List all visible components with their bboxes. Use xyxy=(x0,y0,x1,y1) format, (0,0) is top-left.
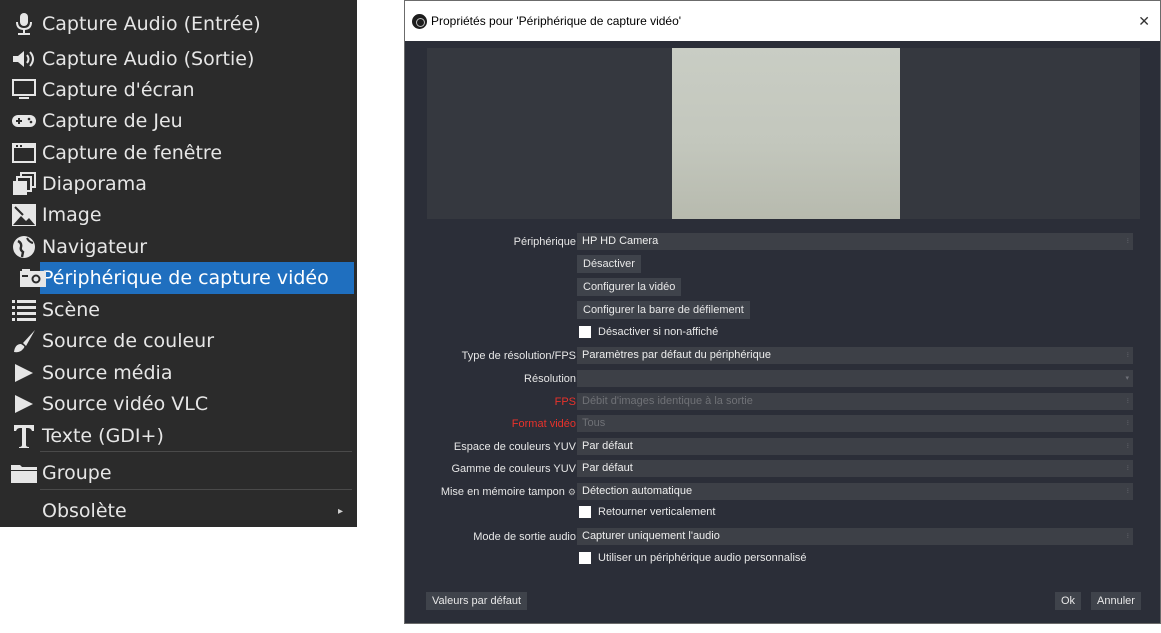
info-icon[interactable]: ⚙ xyxy=(568,487,576,497)
brush-icon xyxy=(10,328,38,354)
ok-button[interactable]: Ok xyxy=(1055,592,1082,610)
configure-crossbar-button[interactable]: Configurer la barre de défilement xyxy=(577,301,750,319)
resolution-type-select[interactable]: Paramètres par défaut du périphérique ⁝ xyxy=(577,347,1133,364)
video-format-row: Format vidéo Tous ⁝ xyxy=(405,414,1160,434)
audio-mode-label: Mode de sortie audio xyxy=(473,531,576,543)
globe-icon xyxy=(10,234,38,260)
list-icon xyxy=(10,297,38,323)
dropdown-arrows-icon: ⁝ xyxy=(1126,352,1129,359)
dialog-title: Propriétés pour 'Périphérique de capture… xyxy=(431,14,682,28)
resolution-select[interactable]: ▾ xyxy=(577,370,1133,387)
gamepad-icon xyxy=(10,108,38,134)
fps-row: FPS Débit d'images identique à la sortie… xyxy=(405,392,1160,412)
menu-item-group[interactable]: Groupe xyxy=(0,457,357,489)
resolution-row: Résolution ▾ xyxy=(405,369,1160,389)
window-icon xyxy=(10,140,38,166)
audio-mode-row: Mode de sortie audio Capturer uniquement… xyxy=(405,527,1160,547)
menu-item-deprecated[interactable]: Obsolète ▸ xyxy=(0,495,357,527)
dropdown-arrows-icon: ⁝ xyxy=(1126,488,1129,495)
play-icon xyxy=(10,360,38,386)
speaker-icon xyxy=(10,46,38,72)
text-icon xyxy=(10,423,38,449)
camera-frame xyxy=(672,48,900,219)
buffering-row: Mise en mémoire tampon ⚙ Détection automa… xyxy=(405,482,1160,502)
resolution-label: Résolution xyxy=(524,373,576,385)
close-icon[interactable]: ✕ xyxy=(1138,13,1150,30)
microphone-icon xyxy=(10,11,38,37)
yuv-space-label: Espace de couleurs YUV xyxy=(453,441,576,453)
configure-video-button[interactable]: Configurer la vidéo xyxy=(577,278,682,296)
flip-vertically-checkbox[interactable]: Retourner verticalement xyxy=(579,506,715,518)
dropdown-arrows-icon: ⁝ xyxy=(1126,465,1129,472)
defaults-button[interactable]: Valeurs par défaut xyxy=(426,592,528,610)
menu-item-display-capture[interactable]: Capture d'écran xyxy=(0,74,357,106)
properties-dialog: Propriétés pour 'Périphérique de capture… xyxy=(404,0,1161,624)
checkbox-box[interactable] xyxy=(579,506,591,518)
resolution-type-row: Type de résolution/FPS Paramètres par dé… xyxy=(405,346,1160,366)
slideshow-icon xyxy=(10,171,38,197)
video-format-select[interactable]: Tous ⁝ xyxy=(577,415,1133,432)
checkbox-box[interactable] xyxy=(579,326,591,338)
yuv-range-select[interactable]: Par défaut ⁝ xyxy=(577,460,1133,477)
dropdown-arrows-icon: ⁝ xyxy=(1126,398,1129,405)
fps-select[interactable]: Débit d'images identique à la sortie ⁝ xyxy=(577,393,1133,410)
dropdown-arrows-icon: ⁝ xyxy=(1126,420,1129,427)
device-row: Périphérique HP HD Camera ⁝ xyxy=(405,232,1160,252)
menu-item-browser[interactable]: Navigateur xyxy=(0,231,357,263)
folder-icon xyxy=(10,460,38,486)
resolution-type-label: Type de résolution/FPS xyxy=(461,350,576,362)
menu-item-slideshow[interactable]: Diaporama xyxy=(0,168,357,200)
custom-audio-device-checkbox[interactable]: Utiliser un périphérique audio personnal… xyxy=(579,552,807,564)
submenu-arrow-icon: ▸ xyxy=(337,505,343,517)
menu-item-audio-output[interactable]: Capture Audio (Sortie) xyxy=(0,43,357,75)
menu-item-game-capture[interactable]: Capture de Jeu xyxy=(0,105,357,137)
menu-item-color-source[interactable]: Source de couleur xyxy=(0,325,357,357)
monitor-icon xyxy=(10,77,38,103)
checkbox-box[interactable] xyxy=(579,552,591,564)
menu-item-vlc-source[interactable]: Source vidéo VLC xyxy=(0,388,357,420)
menu-item-text-gdi[interactable]: Texte (GDI+) xyxy=(0,420,357,452)
device-label: Périphérique xyxy=(513,236,576,248)
yuv-range-label: Gamme de couleurs YUV xyxy=(451,463,576,475)
menu-item-media-source[interactable]: Source média xyxy=(0,357,357,389)
dialog-titlebar: Propriétés pour 'Périphérique de capture… xyxy=(405,1,1160,41)
image-icon xyxy=(10,202,38,228)
menu-separator xyxy=(40,451,352,452)
deactivate-button[interactable]: Désactiver xyxy=(577,255,641,273)
dropdown-arrow-icon: ▾ xyxy=(1125,375,1129,382)
deactivate-when-hidden-checkbox[interactable]: Désactiver si non-affiché xyxy=(579,326,718,338)
menu-item-audio-input[interactable]: Capture Audio (Entrée) xyxy=(0,8,357,40)
menu-item-window-capture[interactable]: Capture de fenêtre xyxy=(0,137,357,169)
dropdown-arrows-icon: ⁝ xyxy=(1126,533,1129,540)
menu-item-video-capture-device[interactable]: Périphérique de capture vidéo xyxy=(20,262,354,294)
obs-logo-icon xyxy=(412,13,427,29)
fps-label: FPS xyxy=(554,396,576,408)
buffering-select[interactable]: Détection automatique ⁝ xyxy=(577,483,1133,500)
buffering-label: Mise en mémoire tampon ⚙ xyxy=(440,486,576,498)
audio-mode-select[interactable]: Capturer uniquement l'audio ⁝ xyxy=(577,528,1133,545)
menu-item-image[interactable]: Image xyxy=(0,199,357,231)
device-select[interactable]: HP HD Camera ⁝ xyxy=(577,233,1133,250)
menu-separator xyxy=(40,489,352,490)
cancel-button[interactable]: Annuler xyxy=(1091,592,1141,610)
dropdown-arrows-icon: ⁝ xyxy=(1126,238,1129,245)
video-preview xyxy=(427,48,1140,219)
camera-icon xyxy=(19,265,47,291)
dropdown-arrows-icon: ⁝ xyxy=(1126,443,1129,450)
menu-item-scene[interactable]: Scène xyxy=(0,294,357,326)
play-icon xyxy=(10,391,38,417)
yuv-space-select[interactable]: Par défaut ⁝ xyxy=(577,438,1133,455)
yuv-range-row: Gamme de couleurs YUV Par défaut ⁝ xyxy=(405,459,1160,479)
add-source-menu: Capture Audio (Entrée) Capture Audio (So… xyxy=(0,0,357,527)
yuv-space-row: Espace de couleurs YUV Par défaut ⁝ xyxy=(405,437,1160,457)
video-format-label: Format vidéo xyxy=(511,418,576,430)
